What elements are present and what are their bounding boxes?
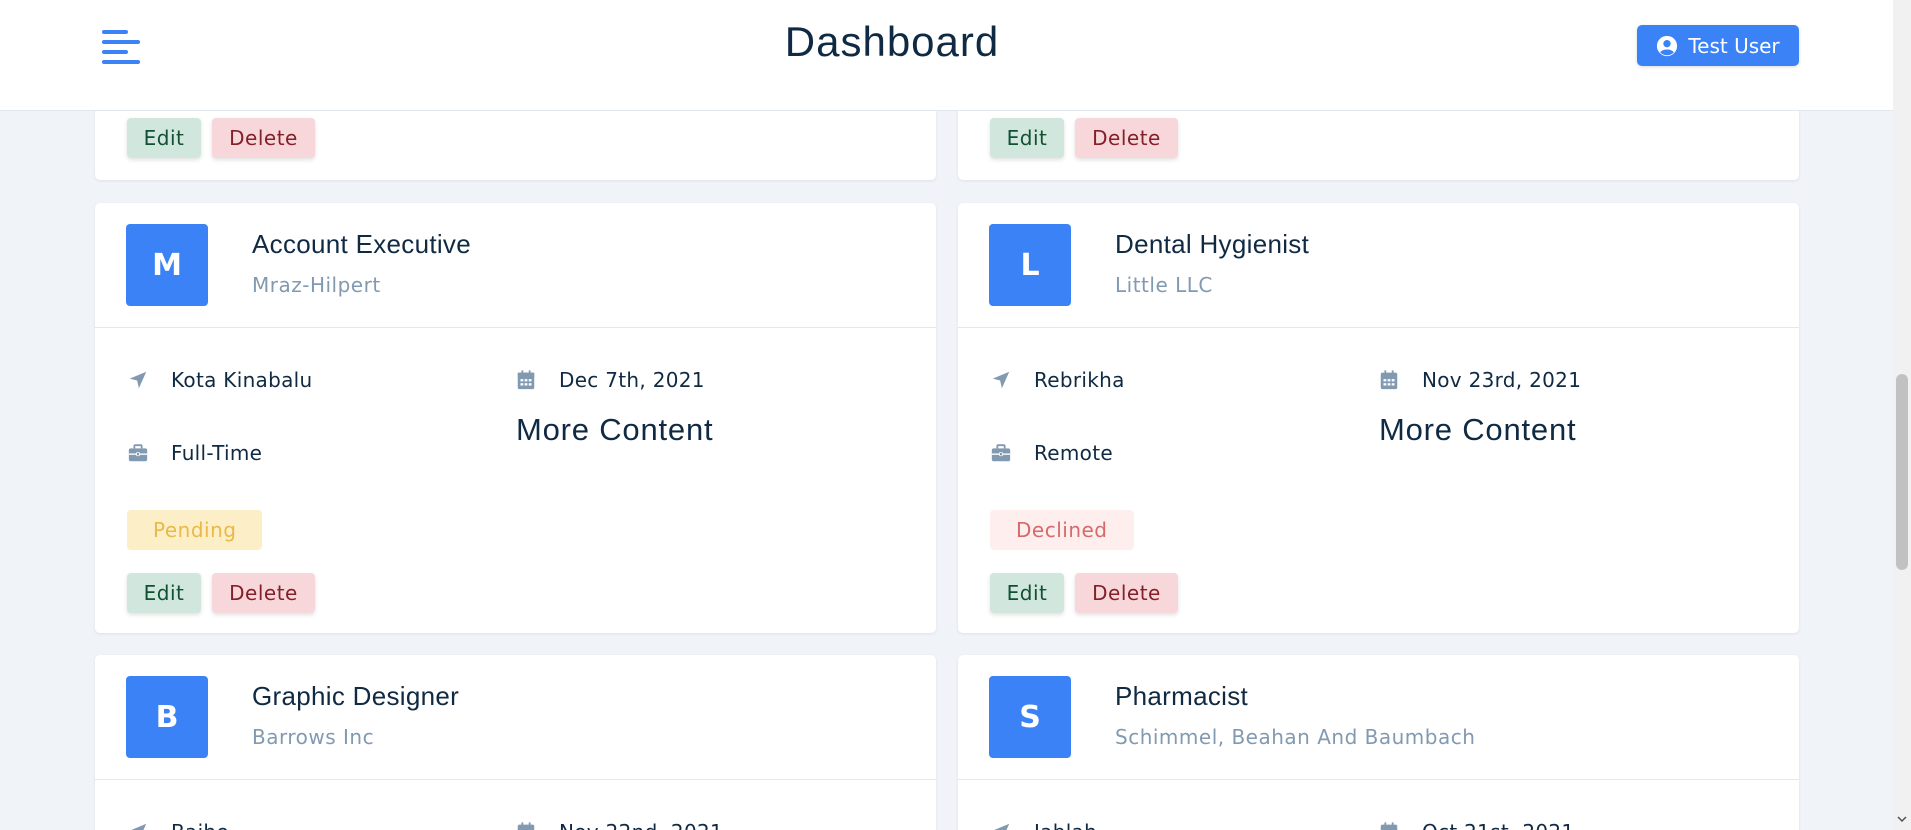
job-card-header: B Graphic Designer Barrows Inc — [95, 655, 936, 780]
job-card: M Account Executive Mraz-Hilpert Kota Ki… — [95, 203, 936, 633]
job-location: Rebrikha — [990, 368, 1125, 392]
job-company: Little LLC — [1115, 273, 1213, 297]
job-company: Mraz-Hilpert — [252, 273, 381, 297]
calendar-icon — [515, 369, 537, 391]
company-avatar: B — [126, 676, 208, 758]
job-company: Barrows Inc — [252, 725, 375, 749]
job-date-text: Nov 22nd, 2021 — [559, 820, 723, 830]
job-card: B Graphic Designer Barrows Inc Baihe Nov… — [95, 655, 936, 830]
job-location: Jablah — [990, 820, 1097, 830]
location-arrow-icon — [990, 369, 1012, 391]
job-location-text: Rebrikha — [1034, 368, 1125, 392]
job-date: Nov 22nd, 2021 — [515, 820, 723, 830]
job-card-header: L Dental Hygienist Little LLC — [958, 203, 1799, 328]
calendar-icon — [1378, 821, 1400, 830]
job-type-text: Remote — [1034, 441, 1113, 465]
delete-button[interactable]: Delete — [212, 573, 315, 613]
calendar-icon — [1378, 369, 1400, 391]
status-badge: Pending — [127, 510, 263, 550]
job-type: Remote — [990, 441, 1113, 465]
job-type: Full-Time — [127, 441, 262, 465]
job-location: Baihe — [127, 820, 229, 830]
more-content: More Content — [516, 412, 714, 447]
user-menu-button[interactable]: Test User — [1637, 25, 1799, 66]
job-date-text: Oct 21st, 2021 — [1422, 820, 1574, 830]
location-arrow-icon — [127, 369, 149, 391]
location-arrow-icon — [127, 821, 149, 830]
job-position: Dental Hygienist — [1115, 229, 1310, 259]
job-date: Oct 21st, 2021 — [1378, 820, 1574, 830]
job-location: Kota Kinabalu — [127, 368, 313, 392]
user-name: Test User — [1688, 33, 1780, 58]
status-badge: Declined — [990, 510, 1134, 550]
location-arrow-icon — [990, 821, 1012, 830]
scrollbar-thumb[interactable] — [1896, 374, 1908, 570]
job-company: Schimmel, Beahan And Baumbach — [1115, 725, 1476, 749]
job-date-text: Nov 23rd, 2021 — [1422, 368, 1582, 392]
company-avatar: M — [126, 224, 208, 306]
job-type-text: Full-Time — [171, 441, 263, 465]
job-card: L Dental Hygienist Little LLC Rebrikha N… — [958, 203, 1799, 633]
page-title: Dashboard — [784, 18, 1000, 65]
briefcase-icon — [990, 442, 1012, 464]
edit-button[interactable]: Edit — [127, 573, 201, 613]
job-position: Account Executive — [252, 229, 471, 259]
company-avatar: L — [989, 224, 1071, 306]
job-position: Graphic Designer — [252, 681, 460, 711]
job-location-text: Baihe — [171, 820, 229, 830]
job-card-header: S Pharmacist Schimmel, Beahan And Baumba… — [958, 655, 1799, 780]
job-card: S Pharmacist Schimmel, Beahan And Baumba… — [958, 655, 1799, 830]
job-location-text: Kota Kinabalu — [171, 368, 313, 392]
user-circle-icon — [1656, 35, 1678, 57]
job-date: Dec 7th, 2021 — [515, 368, 705, 392]
job-date-text: Dec 7th, 2021 — [559, 368, 705, 392]
delete-button[interactable]: Delete — [1075, 573, 1178, 613]
edit-button[interactable]: Edit — [990, 573, 1064, 613]
vertical-scrollbar[interactable] — [1893, 0, 1911, 830]
job-location-text: Jablah — [1034, 820, 1097, 830]
delete-button[interactable]: Delete — [212, 118, 315, 158]
calendar-icon — [515, 821, 537, 830]
scroll-down-arrow-icon[interactable] — [1897, 814, 1907, 824]
company-avatar: S — [989, 676, 1071, 758]
top-navbar: Dashboard Test User — [0, 0, 1893, 111]
more-content: More Content — [1379, 412, 1577, 447]
edit-button[interactable]: Edit — [990, 118, 1064, 158]
delete-button[interactable]: Delete — [1075, 118, 1178, 158]
job-date: Nov 23rd, 2021 — [1378, 368, 1581, 392]
briefcase-icon — [127, 442, 149, 464]
job-card-header: M Account Executive Mraz-Hilpert — [95, 203, 936, 328]
edit-button[interactable]: Edit — [127, 118, 201, 158]
job-position: Pharmacist — [1115, 681, 1249, 711]
